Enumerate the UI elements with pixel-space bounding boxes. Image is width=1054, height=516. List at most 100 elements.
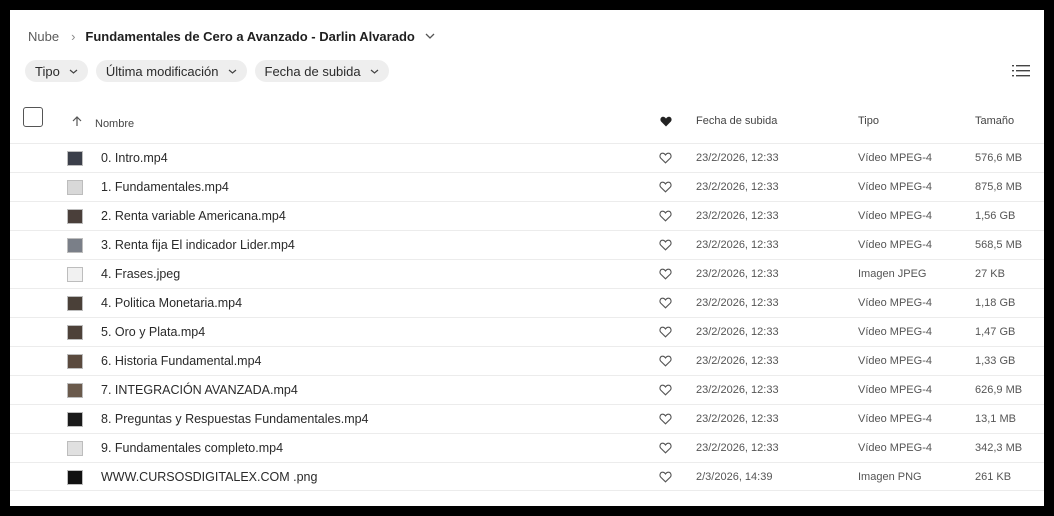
- file-upload-date: 23/2/2026, 12:33: [696, 268, 779, 280]
- table-row[interactable]: 1. Fundamentales.mp4 23/2/2026, 12:33 Víde…: [10, 172, 1044, 201]
- arrow-up-icon[interactable]: [72, 116, 82, 130]
- table-row[interactable]: 9. Fundamentales completo.mp4 23/2/2026, …: [10, 433, 1044, 462]
- file-name[interactable]: 8. Preguntas y Respuestas Fundamentales.…: [101, 412, 369, 426]
- file-browser: Nube › Fundamentales de Cero a Avanzado …: [10, 10, 1044, 506]
- file-size: 576,6 MB: [975, 152, 1023, 164]
- column-header-type[interactable]: Tipo: [858, 115, 879, 127]
- file-list: 0. Intro.mp4 23/2/2026, 12:33 Vídeo MPEG-4…: [10, 143, 1044, 491]
- file-size: 1,56 GB: [975, 210, 1016, 222]
- heart-icon[interactable]: [659, 413, 672, 425]
- column-header-upload-date[interactable]: Fecha de subida: [696, 115, 777, 127]
- file-size: 875,8 MB: [975, 181, 1023, 193]
- breadcrumb-root[interactable]: Nube: [28, 29, 59, 44]
- file-name[interactable]: WWW.CURSOSDIGITALEX.COM .png: [101, 470, 317, 484]
- heart-icon[interactable]: [659, 326, 672, 338]
- chevron-right-icon: ›: [71, 28, 76, 44]
- chevron-down-icon: [370, 66, 379, 76]
- list-view-icon[interactable]: [1012, 64, 1030, 78]
- table-row[interactable]: 6. Historia Fundamental.mp4 23/2/2026, 12…: [10, 346, 1044, 375]
- file-size: 568,5 MB: [975, 239, 1023, 251]
- chevron-down-icon[interactable]: [425, 30, 435, 42]
- file-upload-date: 23/2/2026, 12:33: [696, 210, 779, 222]
- filter-last-modified[interactable]: Última modificación: [95, 60, 247, 82]
- select-all-checkbox[interactable]: [23, 107, 43, 127]
- heart-icon[interactable]: [659, 471, 672, 483]
- table-row[interactable]: 5. Oro y Plata.mp4 23/2/2026, 12:33 Vídeo …: [10, 317, 1044, 346]
- file-type: Imagen JPEG: [858, 268, 927, 280]
- chevron-down-icon: [69, 66, 78, 76]
- file-thumbnail: [67, 180, 83, 195]
- file-name[interactable]: 2. Renta variable Americana.mp4: [101, 209, 286, 223]
- filter-upload-date[interactable]: Fecha de subida: [254, 60, 389, 82]
- file-upload-date: 23/2/2026, 12:33: [696, 355, 779, 367]
- heart-icon[interactable]: [660, 114, 672, 127]
- file-type: Vídeo MPEG-4: [858, 152, 932, 164]
- table-row[interactable]: 4. Politica Monetaria.mp4 23/2/2026, 12:3…: [10, 288, 1044, 317]
- table-row[interactable]: 7. INTEGRACIÓN AVANZADA.mp4 23/2/2026, 12…: [10, 375, 1044, 404]
- filter-label: Tipo: [35, 63, 60, 79]
- file-thumbnail: [67, 151, 83, 166]
- breadcrumb-current[interactable]: Fundamentales de Cero a Avanzado - Darli…: [85, 29, 414, 44]
- heart-icon[interactable]: [659, 384, 672, 396]
- table-row[interactable]: 0. Intro.mp4 23/2/2026, 12:33 Vídeo MPEG-4…: [10, 143, 1044, 172]
- table-row[interactable]: WWW.CURSOSDIGITALEX.COM .png 2/3/2026, 14…: [10, 462, 1044, 491]
- file-upload-date: 23/2/2026, 12:33: [696, 297, 779, 309]
- heart-icon[interactable]: [659, 355, 672, 367]
- file-size: 27 KB: [975, 268, 1005, 280]
- file-type: Vídeo MPEG-4: [858, 297, 932, 309]
- file-name[interactable]: 3. Renta fija El indicador Lider.mp4: [101, 238, 295, 252]
- file-type: Vídeo MPEG-4: [858, 326, 932, 338]
- file-name[interactable]: 1. Fundamentales.mp4: [101, 180, 229, 194]
- file-name[interactable]: 0. Intro.mp4: [101, 151, 168, 165]
- file-type: Vídeo MPEG-4: [858, 384, 932, 396]
- table-row[interactable]: 8. Preguntas y Respuestas Fundamentales.…: [10, 404, 1044, 433]
- file-thumbnail: [67, 470, 83, 485]
- file-type: Vídeo MPEG-4: [858, 413, 932, 425]
- file-name[interactable]: 7. INTEGRACIÓN AVANZADA.mp4: [101, 383, 298, 397]
- file-thumbnail: [67, 209, 83, 224]
- file-name[interactable]: 4. Frases.jpeg: [101, 267, 180, 281]
- file-name[interactable]: 6. Historia Fundamental.mp4: [101, 354, 262, 368]
- heart-icon[interactable]: [659, 210, 672, 222]
- file-thumbnail: [67, 354, 83, 369]
- file-size: 1,18 GB: [975, 297, 1016, 309]
- table-row[interactable]: 2. Renta variable Americana.mp4 23/2/2026…: [10, 201, 1044, 230]
- file-size: 1,33 GB: [975, 355, 1016, 367]
- file-upload-date: 23/2/2026, 12:33: [696, 384, 779, 396]
- file-upload-date: 23/2/2026, 12:33: [696, 152, 779, 164]
- table-row[interactable]: 4. Frases.jpeg 23/2/2026, 12:33 Imagen JPE…: [10, 259, 1044, 288]
- file-thumbnail: [67, 383, 83, 398]
- column-header-size[interactable]: Tamaño: [975, 115, 1014, 127]
- file-size: 13,1 MB: [975, 413, 1016, 425]
- file-thumbnail: [67, 412, 83, 427]
- file-type: Vídeo MPEG-4: [858, 355, 932, 367]
- filter-type[interactable]: Tipo: [25, 60, 88, 82]
- heart-icon[interactable]: [659, 181, 672, 193]
- file-type: Imagen PNG: [858, 471, 922, 483]
- filter-label: Última modificación: [105, 63, 219, 79]
- heart-icon[interactable]: [659, 442, 672, 454]
- heart-icon[interactable]: [659, 239, 672, 251]
- heart-icon[interactable]: [659, 268, 672, 280]
- file-type: Vídeo MPEG-4: [858, 239, 932, 251]
- file-type: Vídeo MPEG-4: [858, 210, 932, 222]
- file-name[interactable]: 5. Oro y Plata.mp4: [101, 325, 205, 339]
- file-thumbnail: [67, 325, 83, 340]
- file-thumbnail: [67, 267, 83, 282]
- file-type: Vídeo MPEG-4: [858, 442, 932, 454]
- file-upload-date: 23/2/2026, 12:33: [696, 413, 779, 425]
- heart-icon[interactable]: [659, 297, 672, 309]
- file-upload-date: 23/2/2026, 12:33: [696, 181, 779, 193]
- breadcrumb: Nube › Fundamentales de Cero a Avanzado …: [28, 26, 435, 46]
- heart-icon[interactable]: [659, 152, 672, 164]
- file-upload-date: 23/2/2026, 12:33: [696, 326, 779, 338]
- file-size: 1,47 GB: [975, 326, 1016, 338]
- table-row[interactable]: 3. Renta fija El indicador Lider.mp4 23/2…: [10, 230, 1044, 259]
- file-upload-date: 2/3/2026, 14:39: [696, 471, 773, 483]
- chevron-down-icon: [228, 66, 237, 76]
- file-thumbnail: [67, 441, 83, 456]
- column-header-name[interactable]: Nombre: [95, 118, 134, 130]
- file-name[interactable]: 4. Politica Monetaria.mp4: [101, 296, 242, 310]
- file-name[interactable]: 9. Fundamentales completo.mp4: [101, 441, 283, 455]
- file-upload-date: 23/2/2026, 12:33: [696, 239, 779, 251]
